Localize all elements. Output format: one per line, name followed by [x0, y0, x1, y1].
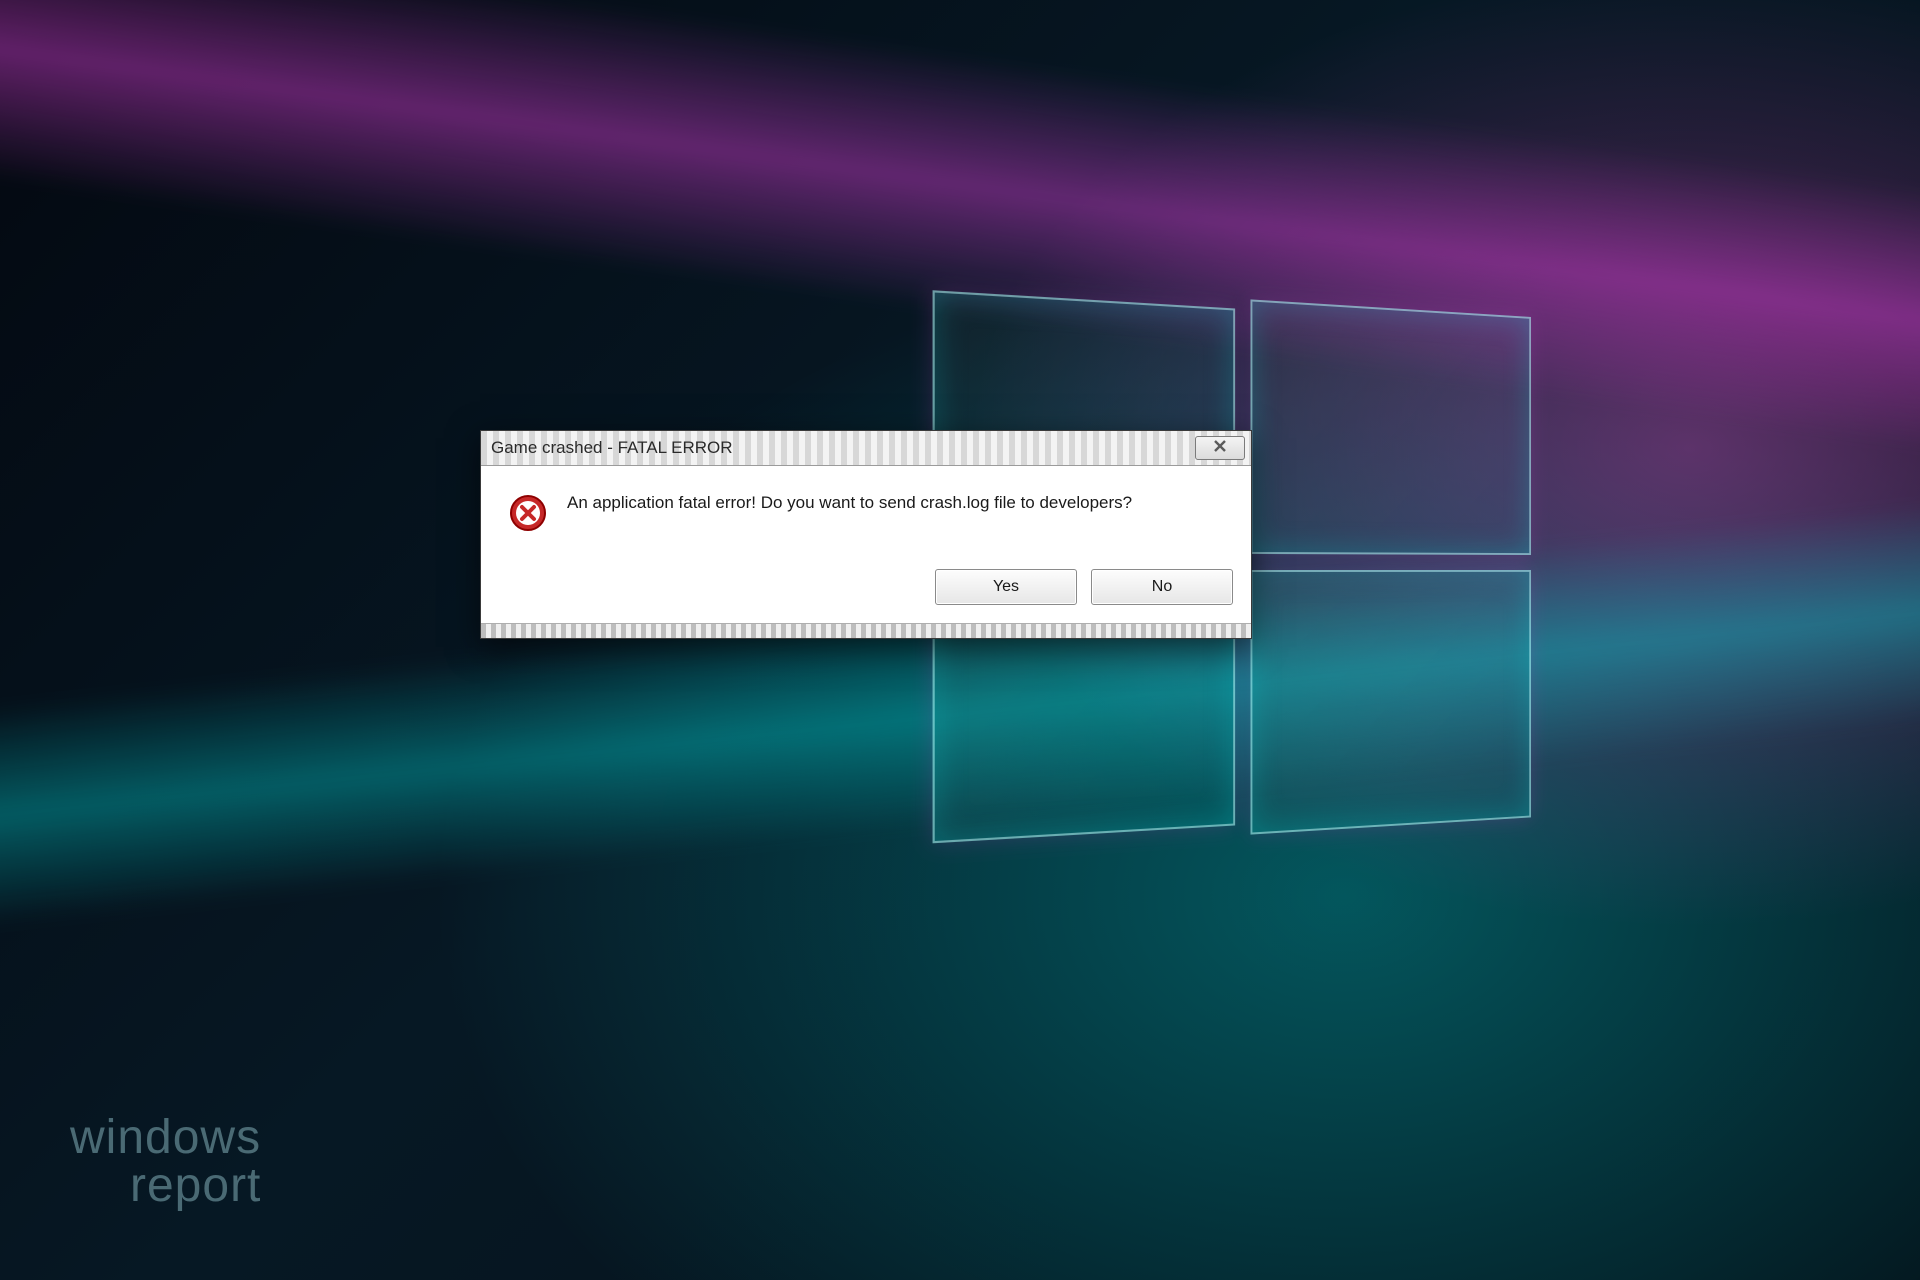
dialog-title: Game crashed - FATAL ERROR [491, 438, 733, 458]
no-button[interactable]: No [1091, 569, 1233, 605]
windows-logo-pane [1250, 570, 1530, 835]
dialog-bottom-edge [481, 623, 1251, 638]
close-icon [1214, 439, 1226, 457]
watermark-line2: report [70, 1162, 261, 1210]
error-circle-icon [509, 494, 547, 537]
watermark-logo: windows report [70, 1114, 261, 1210]
no-button-label: No [1152, 578, 1172, 596]
windows-logo-pane [1250, 299, 1530, 555]
dialog-button-row: Yes No [481, 559, 1251, 623]
dialog-message: An application fatal error! Do you want … [567, 492, 1132, 515]
dialog-titlebar[interactable]: Game crashed - FATAL ERROR [481, 431, 1251, 466]
close-button[interactable] [1195, 436, 1245, 460]
error-dialog: Game crashed - FATAL ERROR An applicatio… [480, 430, 1252, 639]
desktop-wallpaper: Game crashed - FATAL ERROR An applicatio… [0, 0, 1920, 1280]
dialog-body: An application fatal error! Do you want … [481, 466, 1251, 559]
yes-button[interactable]: Yes [935, 569, 1077, 605]
watermark-line1: windows [70, 1114, 261, 1162]
yes-button-label: Yes [993, 578, 1019, 596]
